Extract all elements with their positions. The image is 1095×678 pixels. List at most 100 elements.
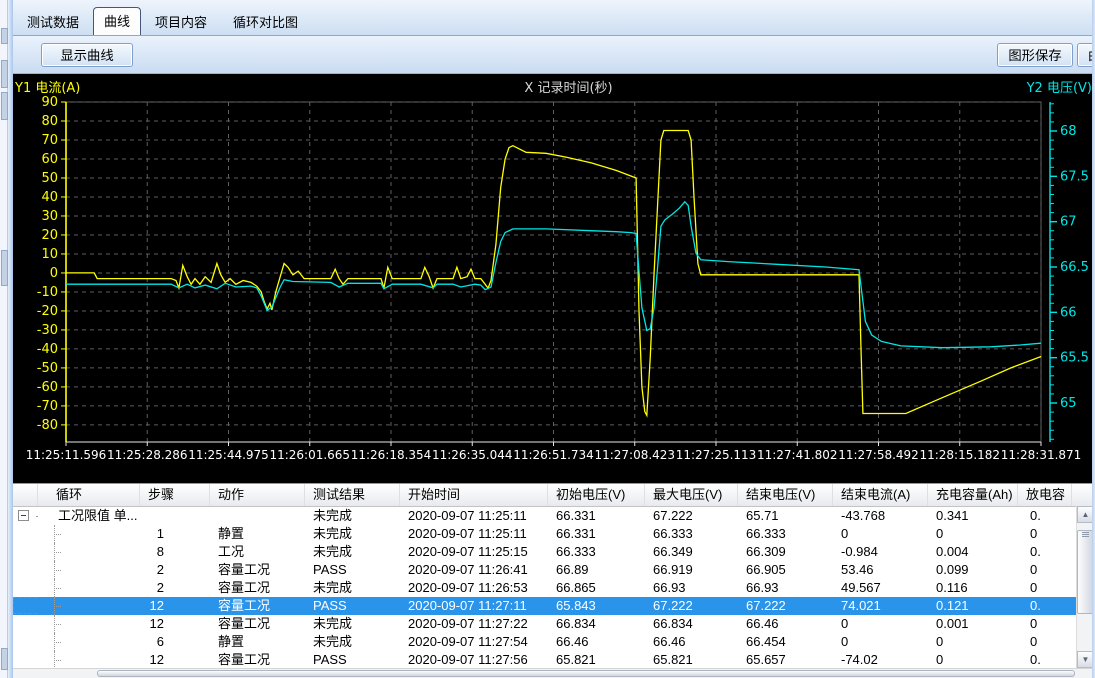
cell-7-4: 2020-09-07 11:27:54 <box>400 633 548 651</box>
side-panel-icon[interactable] <box>1 92 8 120</box>
y1-tick-label: -10 <box>37 285 58 300</box>
row-gutter <box>13 525 38 543</box>
table-row-2[interactable]: 8工况未完成2020-09-07 11:25:1566.33366.34966.… <box>13 543 1095 561</box>
y1-tick-label: 90 <box>41 95 58 110</box>
cell-5-0 <box>38 597 140 615</box>
table-row-8[interactable]: 12容量工况PASS2020-09-07 11:27:5665.82165.82… <box>13 651 1095 669</box>
side-panel-icon[interactable] <box>1 28 8 44</box>
y2-tick-label: 66 <box>1060 305 1077 320</box>
horizontal-scroll-thumb[interactable] <box>97 670 1075 677</box>
cell-2-7: 66.309 <box>738 543 833 561</box>
column-header-3[interactable]: 动作 <box>210 484 305 506</box>
cell-8-4: 2020-09-07 11:27:56 <box>400 651 548 669</box>
table-row-0[interactable]: 工况限值 单...未完成2020-09-07 11:25:1166.33167.… <box>13 507 1095 525</box>
cell-6-4: 2020-09-07 11:27:22 <box>400 615 548 633</box>
cell-8-8: -74.02 <box>833 651 928 669</box>
collapse-icon[interactable] <box>18 510 29 521</box>
cell-0-4: 2020-09-07 11:25:11 <box>400 507 548 525</box>
splitter-grip[interactable] <box>1 250 8 286</box>
table-row-4[interactable]: 2容量工况未完成2020-09-07 11:26:5366.86566.9366… <box>13 579 1095 597</box>
y1-tick-label: 30 <box>41 209 58 224</box>
column-header-9[interactable]: 结束电流(A) <box>833 484 928 506</box>
tab-1[interactable]: 曲线 <box>93 7 141 35</box>
x-axis-title: X 记录时间(秒) <box>524 81 612 96</box>
cell-0-0: 工况限值 单... <box>38 507 140 525</box>
tab-0[interactable]: 测试数据 <box>15 9 91 35</box>
cell-6-3: 未完成 <box>305 615 400 633</box>
cell-5-1: 12 <box>140 597 210 615</box>
cell-7-7: 66.454 <box>738 633 833 651</box>
column-header-8[interactable]: 结束电压(V) <box>738 484 833 506</box>
cell-0-7: 65.71 <box>738 507 833 525</box>
cell-0-6: 67.222 <box>645 507 738 525</box>
collapsed-side-panel[interactable] <box>0 0 8 678</box>
cell-7-5: 66.46 <box>548 633 645 651</box>
save-graphic-button[interactable]: 图形保存 <box>997 43 1073 67</box>
tree-expander-cell[interactable] <box>13 507 38 525</box>
row-gutter <box>13 651 38 669</box>
cell-5-9: 0.121 <box>928 597 1018 615</box>
cell-2-5: 66.333 <box>548 543 645 561</box>
side-panel-icon[interactable] <box>1 60 8 88</box>
tab-3[interactable]: 循环对比图 <box>221 9 310 35</box>
column-header-2[interactable]: 步骤 <box>140 484 210 506</box>
cell-6-5: 66.834 <box>548 615 645 633</box>
cell-3-8: 53.46 <box>833 561 928 579</box>
cell-2-3: 未完成 <box>305 543 400 561</box>
table-header: 循环步骤动作测试结果开始时间初始电压(V)最大电压(V)结束电压(V)结束电流(… <box>13 484 1095 507</box>
cell-5-6: 67.222 <box>645 597 738 615</box>
cell-5-10: 0. <box>1018 597 1072 615</box>
table-row-6[interactable]: 12容量工况未完成2020-09-07 11:27:2266.83466.834… <box>13 615 1095 633</box>
side-panel-icon[interactable] <box>1 648 8 670</box>
cell-7-0 <box>38 633 140 651</box>
cell-8-6: 65.821 <box>645 651 738 669</box>
y1-tick-label: 20 <box>41 228 58 243</box>
cell-8-7: 65.657 <box>738 651 833 669</box>
cell-3-4: 2020-09-07 11:26:41 <box>400 561 548 579</box>
cell-3-10: 0 <box>1018 561 1072 579</box>
column-header-4[interactable]: 测试结果 <box>305 484 400 506</box>
column-header-5[interactable]: 开始时间 <box>400 484 548 506</box>
show-curve-button[interactable]: 显示曲线 <box>41 43 133 67</box>
cell-3-7: 66.905 <box>738 561 833 579</box>
cell-4-1: 2 <box>140 579 210 597</box>
cell-7-1: 6 <box>140 633 210 651</box>
toolbar: 显示曲线 图形保存 曲 <box>13 36 1095 74</box>
y1-tick-label: 70 <box>41 133 58 148</box>
y1-tick-label: 80 <box>41 114 58 129</box>
cell-6-2: 容量工况 <box>210 615 305 633</box>
cell-1-6: 66.333 <box>645 525 738 543</box>
cell-1-2: 静置 <box>210 525 305 543</box>
column-header-0[interactable] <box>13 484 38 506</box>
y2-tick-label: 66.5 <box>1060 260 1089 275</box>
cell-3-0 <box>38 561 140 579</box>
cell-8-3: PASS <box>305 651 400 669</box>
cell-2-10: 0. <box>1018 543 1072 561</box>
cell-2-6: 66.349 <box>645 543 738 561</box>
cell-8-5: 65.821 <box>548 651 645 669</box>
cell-4-4: 2020-09-07 11:26:53 <box>400 579 548 597</box>
table-horizontal-scrollbar[interactable] <box>13 668 1095 678</box>
table-row-3[interactable]: 2容量工况PASS2020-09-07 11:26:4166.8966.9196… <box>13 561 1095 579</box>
tab-2[interactable]: 项目内容 <box>143 9 219 35</box>
column-header-1[interactable]: 循环 <box>38 484 140 506</box>
focus-rect <box>13 597 38 614</box>
cell-5-5: 65.843 <box>548 597 645 615</box>
table-row-1[interactable]: 1静置未完成2020-09-07 11:25:1166.33166.33366.… <box>13 525 1095 543</box>
x-tick-label: 11:25:28.286 <box>107 448 188 462</box>
cell-1-0 <box>38 525 140 543</box>
cell-8-0 <box>38 651 140 669</box>
column-header-11[interactable]: 放电容 <box>1018 484 1072 506</box>
y1-tick-label: 10 <box>41 247 58 262</box>
cell-7-2: 静置 <box>210 633 305 651</box>
cell-3-3: PASS <box>305 561 400 579</box>
column-header-7[interactable]: 最大电压(V) <box>645 484 738 506</box>
column-header-6[interactable]: 初始电压(V) <box>548 484 645 506</box>
table-row-5[interactable]: 12容量工况PASS2020-09-07 11:27:1165.84367.22… <box>13 597 1095 615</box>
cell-2-9: 0.004 <box>928 543 1018 561</box>
cell-1-10: 0 <box>1018 525 1072 543</box>
cell-2-0 <box>38 543 140 561</box>
table-row-7[interactable]: 6静置未完成2020-09-07 11:27:5466.4666.4666.45… <box>13 633 1095 651</box>
y1-tick-label: -20 <box>37 304 58 319</box>
column-header-10[interactable]: 充电容量(Ah) <box>928 484 1018 506</box>
